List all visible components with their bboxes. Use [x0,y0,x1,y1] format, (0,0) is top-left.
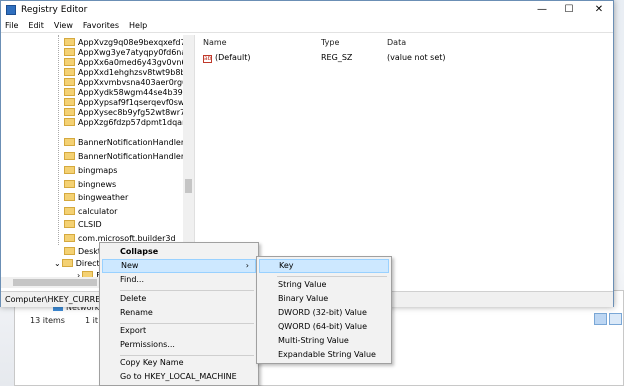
close-button[interactable]: ✕ [584,1,614,19]
menu-item-dword-value[interactable]: DWORD (32-bit) Value [259,306,389,320]
tree-item[interactable]: bingnews [64,178,116,191]
menu-favorites[interactable]: Favorites [83,19,119,33]
menu-item-copy-key-name[interactable]: Copy Key Name [102,356,256,370]
regedit-icon [6,5,16,15]
large-icons-view-icon[interactable] [609,313,622,325]
tree-item[interactable]: BannerNotificationHandler.Ban [64,150,194,163]
folder-icon [64,68,75,76]
menu-separator [277,276,387,277]
maximize-button[interactable]: ☐ [554,1,584,19]
menu-item-expandable-string-value[interactable]: Expandable String Value [259,348,389,362]
window-title: Registry Editor [21,5,88,15]
folder-icon [64,118,75,126]
folder-icon [61,259,73,267]
folder-icon [64,234,75,242]
menu-help[interactable]: Help [129,19,147,33]
details-view-icon[interactable] [594,313,607,325]
tree-item[interactable]: BannerNotificationHandler.Ban [64,136,194,149]
tree-item[interactable]: bingmaps [64,164,117,177]
items-selected: 1 it [84,316,98,325]
menu-separator [120,290,254,291]
menu-item-permissions[interactable]: Permissions... [102,338,256,352]
menu-view[interactable]: View [54,19,73,33]
menu-file[interactable]: File [5,19,18,33]
column-header-name[interactable]: Name [203,38,227,47]
tree-item[interactable]: calculator [64,205,117,218]
folder-icon [64,88,75,96]
folder-icon [64,247,75,255]
menu-edit[interactable]: Edit [28,19,44,33]
menu-item-export[interactable]: Export [102,324,256,338]
string-value-icon: ab [203,55,212,63]
menu-item-goto-hklm[interactable]: Go to HKEY_LOCAL_MACHINE [102,370,256,384]
menu-item-find[interactable]: Find... [102,273,256,287]
folder-icon [64,180,75,188]
collapse-chevron-icon: ⌄ [54,259,61,268]
menu-item-string-value[interactable]: String Value [259,278,389,292]
values-pane: Name Type Data ab (Default) REG_SZ (value… [197,35,613,288]
folder-icon [64,166,75,174]
menu-item-delete[interactable]: Delete [102,292,256,306]
folder-icon [64,138,75,146]
folder-icon [64,48,75,56]
tree-item[interactable]: AppXzg6fdzp57dpmt1dqardd3y [64,116,194,129]
title-bar: Registry Editor — ☐ ✕ [1,1,613,19]
menu-item-rename[interactable]: Rename [102,306,256,320]
submenu-arrow-icon: › [245,261,249,270]
folder-icon [64,152,75,160]
new-submenu: Key String Value Binary Value DWORD (32-… [256,256,392,364]
value-row-type: REG_SZ [321,53,353,62]
minimize-button[interactable]: — [527,1,557,19]
items-count: 13 items [30,316,65,325]
value-row-data: (value not set) [387,53,446,62]
context-menu: Collapse New › Find... Delete Rename Expo… [99,242,259,386]
scrollbar-thumb[interactable] [185,179,192,193]
folder-icon [64,38,75,46]
folder-icon [64,98,75,106]
menu-item-key[interactable]: Key [259,259,389,273]
menu-item-collapse[interactable]: Collapse [102,245,256,259]
column-header-data[interactable]: Data [387,38,406,47]
value-row-name[interactable]: ab (Default) [203,53,250,63]
menu-item-binary-value[interactable]: Binary Value [259,292,389,306]
folder-icon [64,78,75,86]
folder-icon [64,207,75,215]
menu-item-qword-value[interactable]: QWORD (64-bit) Value [259,320,389,334]
scrollbar-thumb[interactable] [13,279,97,286]
column-header-type[interactable]: Type [321,38,339,47]
menu-bar: File Edit View Favorites Help [1,19,613,33]
tree-vertical-scrollbar[interactable] [183,35,194,275]
folder-icon [64,58,75,66]
folder-icon [64,108,75,116]
tree-item[interactable]: CLSID [64,218,102,231]
tree-item[interactable]: bingweather [64,191,128,204]
folder-icon [64,193,75,201]
menu-item-multi-string-value[interactable]: Multi-String Value [259,334,389,348]
view-toggle [592,313,622,327]
menu-item-new[interactable]: New › [102,259,256,273]
tree-guide-line [58,35,59,245]
folder-icon [64,220,75,228]
